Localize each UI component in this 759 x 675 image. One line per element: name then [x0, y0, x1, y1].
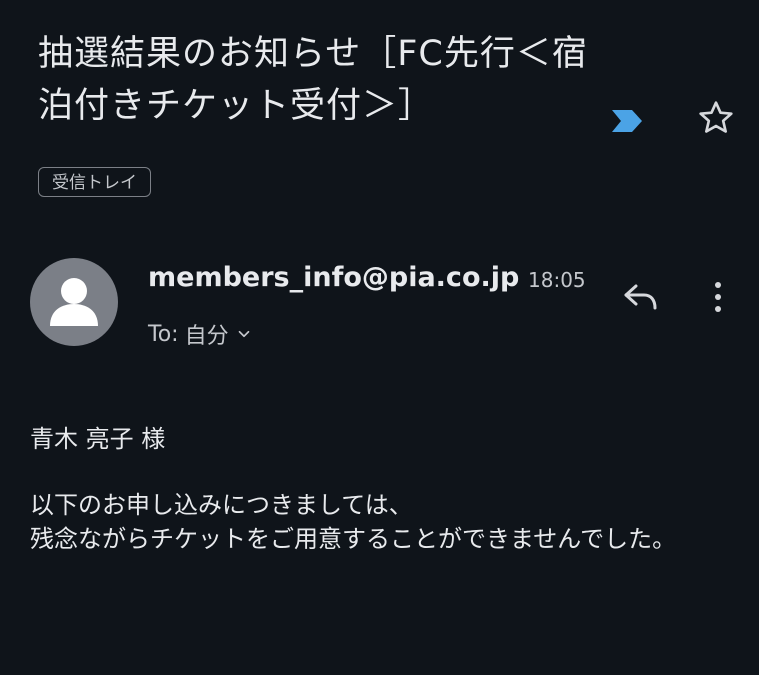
sender-avatar[interactable]: [30, 258, 118, 346]
sender-address[interactable]: members_info@pia.co.jp: [148, 262, 519, 293]
body-line-2: 残念ながらチケットをご用意することができませんでした。: [30, 525, 677, 553]
label-chip-inbox[interactable]: 受信トレイ: [38, 167, 151, 197]
star-outline-icon[interactable]: [696, 98, 736, 138]
recipient-toggle[interactable]: To: 自分: [148, 318, 253, 350]
to-recipient: 自分: [184, 324, 229, 349]
received-time: 18:05: [528, 268, 586, 292]
to-prefix: To:: [148, 321, 179, 347]
reply-icon[interactable]: [622, 280, 660, 314]
importance-marker-icon[interactable]: [610, 108, 644, 134]
email-subject: 抽選結果のお知らせ［FC先行＜宿泊付きチケット受付＞］: [38, 34, 588, 126]
person-avatar-icon: [50, 278, 98, 326]
more-vert-icon[interactable]: [705, 280, 731, 314]
email-body: 青木 亮子 様 以下のお申し込みにつきましては、 残念ながらチケットをご用意する…: [30, 422, 740, 556]
body-salutation: 青木 亮子 様: [30, 425, 166, 453]
chevron-down-icon: [238, 330, 249, 338]
body-line-1: 以下のお申し込みにつきましては、: [30, 491, 413, 519]
